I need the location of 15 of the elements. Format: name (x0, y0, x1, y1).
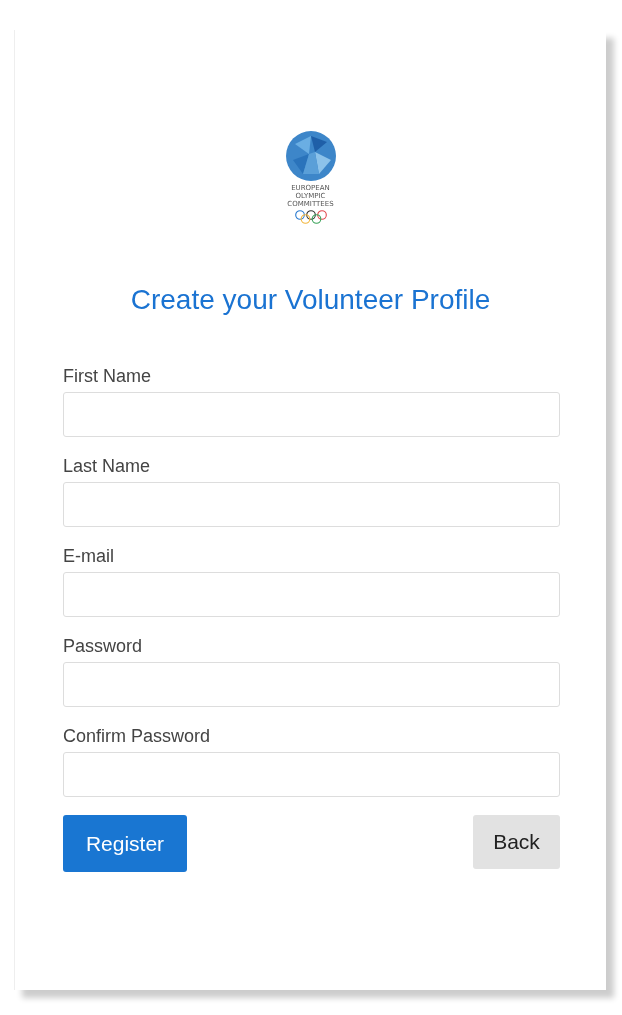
field-label: Password (63, 636, 144, 657)
field-label: First Name (63, 366, 152, 387)
input-field[interactable] (63, 662, 560, 707)
back-button[interactable]: Back (473, 815, 560, 869)
globe-logo-icon (284, 130, 337, 182)
input-field[interactable] (63, 482, 560, 527)
field-label: Confirm Password (63, 726, 212, 747)
olympic-rings-icon (293, 210, 328, 224)
input-field[interactable] (63, 752, 560, 797)
page-title: Create your Volunteer Profile (129, 284, 492, 316)
input-field[interactable] (63, 392, 560, 437)
input-field[interactable] (63, 572, 560, 617)
register-button[interactable]: Register (63, 815, 187, 872)
field-label: Last Name (63, 456, 152, 477)
field-label: E-mail (63, 546, 115, 567)
